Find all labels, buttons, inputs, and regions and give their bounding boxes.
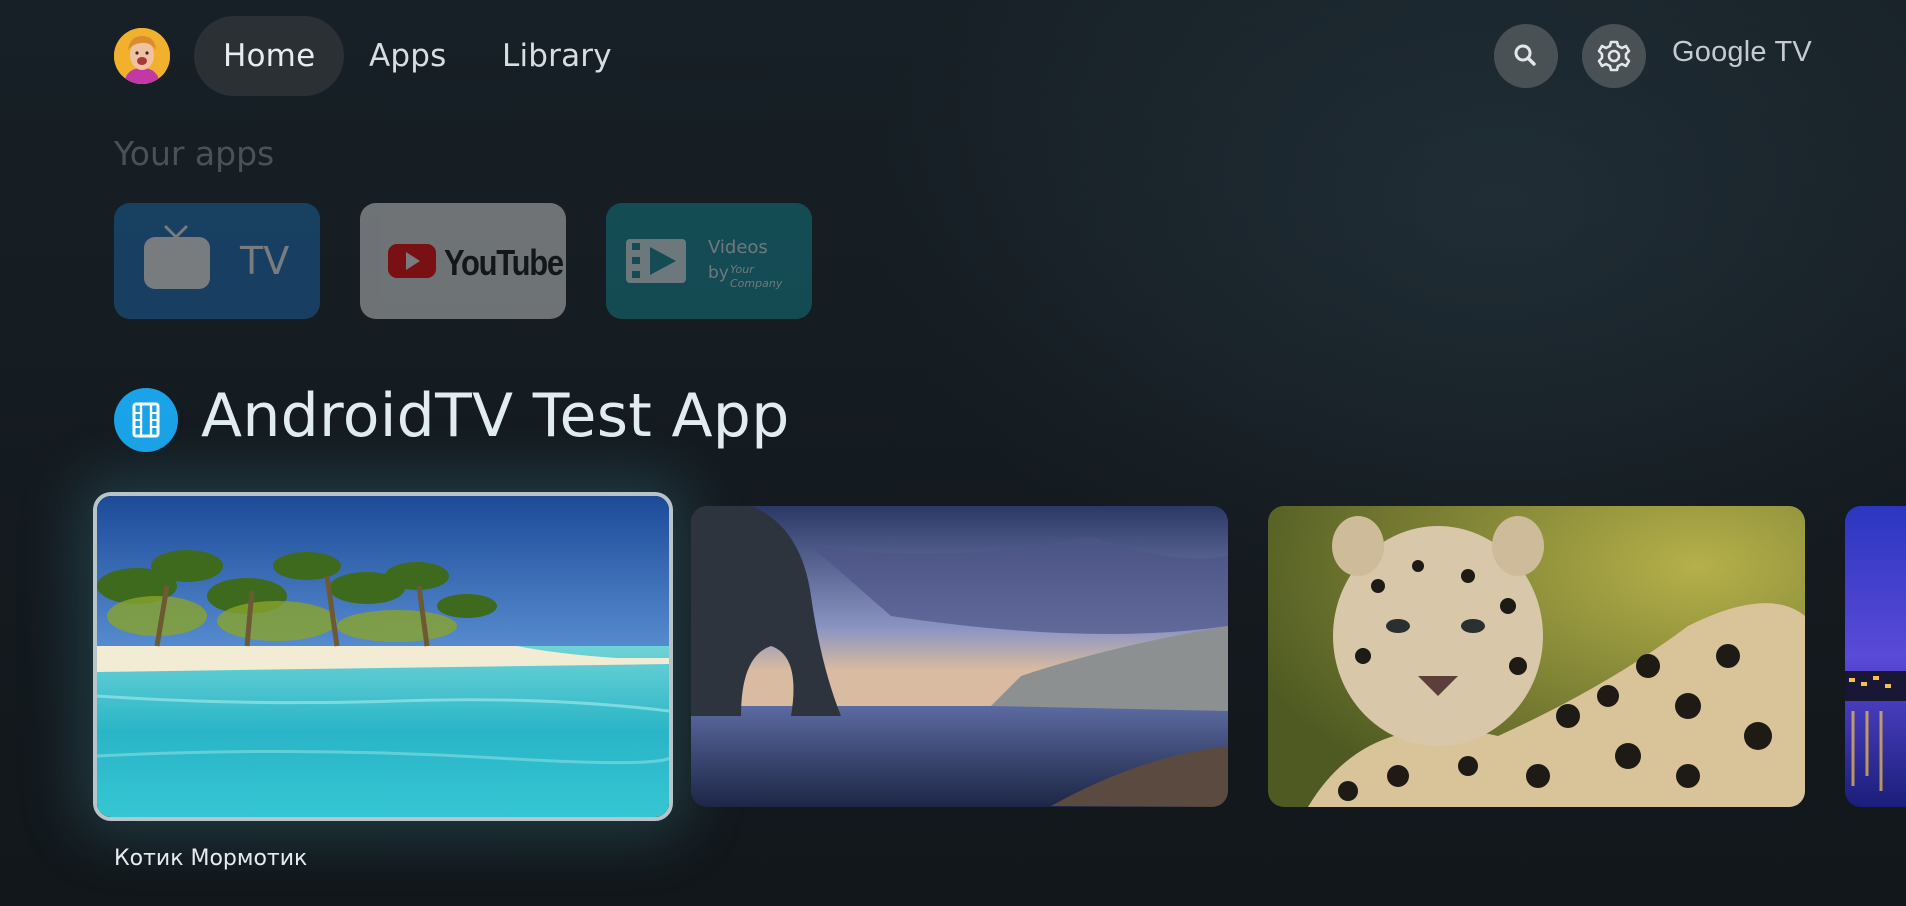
youtube-app-label: YouTube: [444, 242, 564, 283]
video-clapper-icon: [626, 239, 686, 283]
leopard-image: [1268, 506, 1805, 807]
night-city-image: [1845, 506, 1906, 807]
avatar[interactable]: [114, 28, 170, 84]
tv-app-label: TV: [240, 239, 290, 283]
tropical-beach-image: [97, 496, 669, 817]
videos-app-by: by: [708, 263, 729, 283]
tv-app-tile[interactable]: TV: [114, 203, 320, 319]
settings-button[interactable]: [1582, 24, 1646, 88]
your-apps-title: Your apps: [114, 134, 275, 173]
content-card-1[interactable]: [93, 492, 673, 821]
film-icon: [114, 388, 178, 452]
focused-card-caption: Котик Мормотик: [114, 846, 308, 871]
featured-app-title: AndroidTV Test App: [201, 381, 790, 451]
tab-apps[interactable]: Apps: [340, 16, 476, 96]
home-screen: Home Apps Library Google TV Your apps TV: [0, 0, 1906, 906]
tab-library[interactable]: Library: [473, 16, 641, 96]
content-card-4[interactable]: [1845, 506, 1906, 807]
content-card-3[interactable]: [1268, 506, 1805, 807]
videos-app-label: Videos: [708, 237, 768, 258]
tab-home[interactable]: Home: [194, 16, 345, 96]
videos-app-company: Your Company: [730, 263, 783, 290]
google-tv-logo: Google TV: [1672, 36, 1812, 68]
search-button[interactable]: [1494, 24, 1558, 88]
profile-icon: [114, 28, 170, 84]
videos-app-tile[interactable]: Videos by Your Company: [606, 203, 812, 319]
gear-icon: [1597, 40, 1631, 72]
rock-arch-image: [691, 506, 1228, 807]
content-card-2[interactable]: [691, 506, 1228, 807]
youtube-app-tile[interactable]: YouTube: [360, 203, 566, 319]
search-icon: [1514, 44, 1536, 66]
